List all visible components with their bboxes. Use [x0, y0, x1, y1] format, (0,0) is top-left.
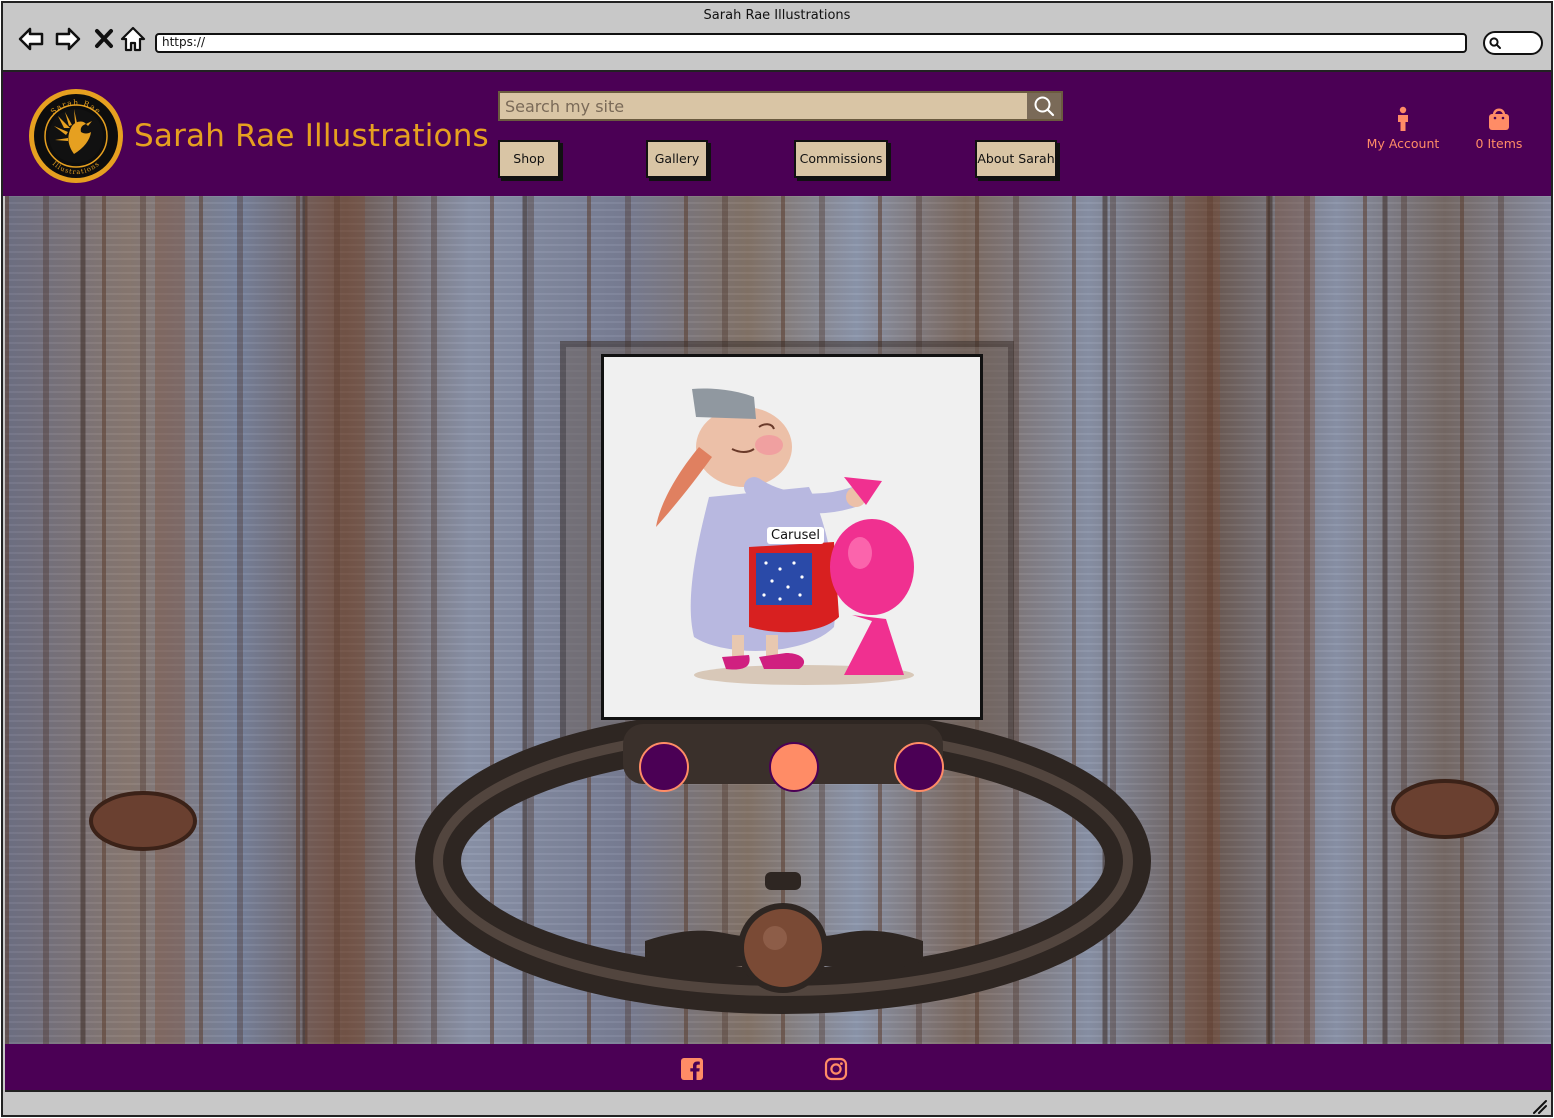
- browser-window: Sarah Rae Illustrations https:// Sarah R…: [1, 1, 1553, 1117]
- search-button[interactable]: [1027, 93, 1061, 119]
- instagram-icon[interactable]: [824, 1057, 848, 1081]
- nav-about-sarah[interactable]: About Sarah: [975, 140, 1057, 178]
- site-search: [498, 91, 1063, 121]
- nav-gallery[interactable]: Gallery: [646, 140, 708, 178]
- browser-toolbar: Sarah Rae Illustrations https://: [3, 3, 1551, 72]
- brand-logo[interactable]: Sarah Rae Illustrations: [28, 88, 124, 184]
- site-footer: [5, 1044, 1551, 1092]
- magnifier-icon: [1489, 37, 1501, 49]
- carousel-dot-1[interactable]: [639, 742, 689, 792]
- brand-name[interactable]: Sarah Rae Illustrations: [134, 118, 489, 154]
- forward-icon[interactable]: [54, 25, 82, 53]
- shopping-bag-icon: [1489, 108, 1509, 130]
- my-account-link[interactable]: My Account: [1365, 106, 1441, 151]
- back-icon[interactable]: [17, 25, 45, 53]
- address-bar[interactable]: https://: [155, 33, 1467, 53]
- carousel-dot-3[interactable]: [894, 742, 944, 792]
- home-icon[interactable]: [119, 25, 147, 53]
- hero-section: Carusel: [5, 196, 1551, 1044]
- carousel-slide[interactable]: Carusel: [601, 354, 983, 720]
- nav-shop[interactable]: Shop: [498, 140, 560, 178]
- stop-icon[interactable]: [91, 25, 119, 53]
- person-icon: [1398, 106, 1408, 131]
- carousel-label: Carusel: [767, 527, 825, 544]
- carousel-dot-2[interactable]: [769, 742, 819, 792]
- site-header: Sarah Rae Illustrations Sarah Rae Illust…: [3, 72, 1551, 196]
- search-icon: [1034, 96, 1055, 117]
- nav-commissions[interactable]: Commissions: [794, 140, 888, 178]
- search-input[interactable]: [500, 93, 1025, 119]
- my-account-label: My Account: [1366, 136, 1440, 151]
- cart-count-label: 0 Items: [1475, 136, 1523, 151]
- browser-search-field[interactable]: [1483, 31, 1543, 55]
- cart-link[interactable]: 0 Items: [1469, 106, 1529, 151]
- window-title: Sarah Rae Illustrations: [703, 8, 851, 23]
- browser-status-bar: [3, 1092, 1551, 1115]
- resize-grip-icon[interactable]: [1531, 1098, 1547, 1114]
- facebook-icon[interactable]: [680, 1057, 704, 1081]
